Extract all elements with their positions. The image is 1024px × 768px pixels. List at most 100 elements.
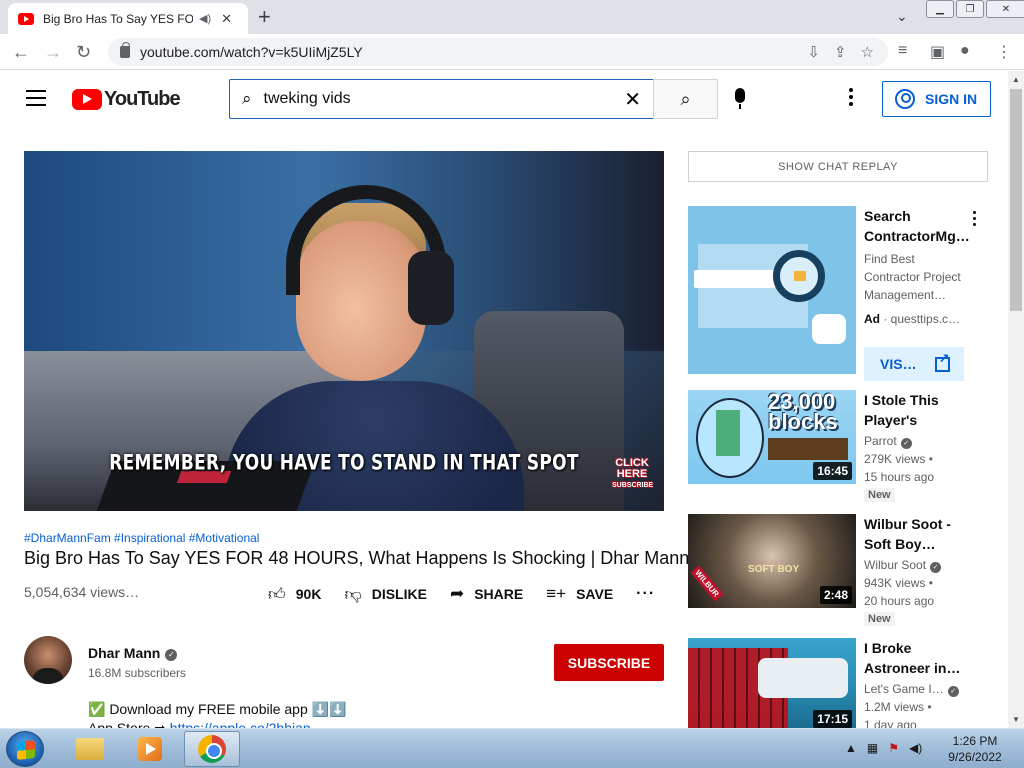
new-badge: New (864, 488, 895, 502)
save-button[interactable]: ≡+ SAVE (546, 584, 613, 604)
youtube-wordmark: YouTube (104, 88, 181, 110)
video-caption: REMEMBER, YOU HAVE TO STAND IN THAT SPOT (109, 450, 579, 476)
new-tab-button[interactable]: + (258, 4, 271, 30)
view-count: 943K views • (864, 576, 933, 590)
show-hidden-icons-icon[interactable]: ▲ (845, 741, 857, 755)
scrollbar-thumb[interactable] (1010, 89, 1022, 311)
thumbs-up-icon: 👍︎ (268, 584, 286, 604)
ad-title[interactable]: Search ContractorMg… (864, 206, 970, 246)
video-thumbnail[interactable]: 23,000 blocks 16:45 (688, 390, 856, 484)
scroll-down-arrow-icon[interactable]: ▼ (1012, 715, 1020, 724)
guide-menu-icon[interactable] (26, 90, 46, 106)
video-title[interactable]: Wilbur Soot - Soft Boy… (864, 514, 970, 554)
network-icon[interactable]: ▦ (867, 741, 878, 755)
audio-playing-icon[interactable]: ◀) (199, 12, 211, 25)
close-window-button[interactable]: ✕ (986, 0, 1024, 18)
media-controls-icon[interactable]: ≡ (898, 42, 907, 60)
upload-age: 20 hours ago (864, 594, 935, 608)
subscribe-overlay-logo[interactable]: CLICK HERE SUBSCRIBE (612, 458, 653, 491)
window-controls: ▁ ❐ ✕ (926, 0, 1024, 18)
minimize-button[interactable]: ▁ (926, 0, 954, 18)
view-count: 1.2M views • (864, 700, 932, 714)
search-icon: ⌕ (680, 88, 691, 109)
share-arrow-icon: ➦ (449, 584, 465, 603)
back-arrow-icon[interactable]: ← (12, 42, 30, 63)
browser-tab-active[interactable]: Big Bro Has To Say YES FOR 48 HOURS, Wha… (8, 3, 248, 34)
search-input[interactable]: tweking vids (264, 90, 625, 108)
channel-name[interactable]: Dhar Mann ✓ (88, 645, 178, 661)
video-hashtags[interactable]: #DharMannFam #Inspirational #Motivationa… (24, 531, 259, 545)
visit-site-button[interactable]: VIS… (864, 347, 964, 381)
settings-kebab-icon[interactable] (849, 88, 853, 106)
channel-name[interactable]: Let's Game I… ✓ (864, 682, 959, 697)
channel-avatar[interactable] (24, 636, 72, 684)
dislike-button[interactable]: 👎︎ DISLIKE (344, 584, 427, 605)
tab-close-icon[interactable]: ✕ (221, 11, 232, 27)
youtube-header: YouTube ⌕ tweking vids ✕ ⌕ SIGN IN (0, 71, 1008, 127)
clear-search-icon[interactable]: ✕ (624, 87, 641, 112)
start-button[interactable] (6, 731, 44, 767)
scroll-up-arrow-icon[interactable]: ▲ (1012, 75, 1020, 84)
clock-date: 9/26/2022 (948, 750, 1002, 764)
video-title[interactable]: I Stole This Player's Entire… (864, 390, 970, 430)
search-button[interactable]: ⌕ (653, 79, 718, 119)
tab-title: Big Bro Has To Say YES FOR 48 HOURS, Wha… (43, 11, 193, 26)
install-app-icon[interactable]: ⇩ (807, 43, 820, 61)
url-text[interactable]: youtube.com/watch?v=k5UIiMjZ5LY (140, 44, 363, 60)
volume-icon[interactable]: ◀) (909, 741, 922, 755)
forward-arrow-icon[interactable]: → (44, 42, 62, 63)
channel-name[interactable]: Parrot ✓ (864, 434, 912, 449)
channel-name-text[interactable]: Dhar Mann (88, 645, 160, 661)
ad-thumbnail[interactable] (688, 206, 856, 374)
share-page-icon[interactable]: ⇪ (834, 43, 847, 61)
search-box[interactable]: ⌕ tweking vids ✕ (229, 79, 654, 119)
show-chat-replay-button[interactable]: SHOW CHAT REPLAY (688, 151, 988, 182)
share-button[interactable]: ➦ SHARE (450, 584, 523, 604)
profile-avatar-icon[interactable]: ● (960, 42, 970, 60)
subscribe-button[interactable]: SUBSCRIBE (554, 644, 664, 681)
reload-icon[interactable]: ↻ (76, 42, 91, 63)
ad-menu-kebab-icon[interactable] (973, 211, 976, 226)
taskbar-explorer[interactable] (62, 731, 118, 767)
taskbar-clock[interactable]: 1:26 PM 9/26/2022 (940, 733, 1010, 765)
app-store-link[interactable]: https://apple.co/2bhjan (170, 720, 311, 728)
recommended-video[interactable]: 17:15 I Broke Astroneer in… Let's Game I… (688, 638, 988, 728)
video-duration: 16:45 (813, 462, 852, 480)
youtube-logo[interactable]: YouTube (72, 88, 181, 111)
side-panel-icon[interactable]: ▣ (930, 42, 945, 62)
lock-icon[interactable] (120, 42, 130, 58)
video-title[interactable]: I Broke Astroneer in… (864, 638, 970, 678)
video-duration: 17:15 (813, 710, 852, 728)
youtube-favicon-icon (18, 12, 34, 25)
video-thumbnail[interactable]: SOFT BOY WILBUR 2:48 (688, 514, 856, 608)
windows-logo-icon (17, 740, 35, 760)
thumbnail-text: 23,000 blocks (768, 390, 838, 434)
chrome-menu-icon[interactable]: ⋮ (996, 42, 1012, 62)
page-scrollbar[interactable]: ▲ ▼ (1008, 71, 1024, 728)
view-count[interactable]: 5,054,634 views… (24, 584, 139, 600)
taskbar-chrome[interactable] (184, 731, 240, 767)
voice-search-mic-icon[interactable] (735, 88, 745, 109)
channel-name[interactable]: Wilbur Soot ✓ (864, 558, 942, 573)
more-actions-icon[interactable]: ··· (636, 585, 655, 603)
video-thumbnail[interactable]: 17:15 (688, 638, 856, 728)
subscriber-count: 16.8M subscribers (88, 666, 187, 680)
recommended-video[interactable]: 23,000 blocks 16:45 I Stole This Player'… (688, 390, 988, 502)
recommended-video[interactable]: SOFT BOY WILBUR 2:48 Wilbur Soot - Soft … (688, 514, 988, 626)
like-button[interactable]: 👍︎ 90K (268, 584, 321, 605)
ad-badge: Ad (864, 312, 880, 326)
magnifier-icon (773, 250, 825, 302)
ad-description: Find Best Contractor Project Management… (864, 252, 961, 302)
new-badge: New (864, 612, 895, 626)
video-player[interactable]: REMEMBER, YOU HAVE TO STAND IN THAT SPOT… (24, 151, 664, 511)
taskbar-media-player[interactable] (122, 731, 178, 767)
account-icon (895, 89, 915, 109)
tab-search-chevron-icon[interactable]: ⌄ (896, 8, 908, 25)
maximize-button[interactable]: ❐ (956, 0, 984, 18)
address-bar[interactable]: youtube.com/watch?v=k5UIiMjZ5LY ⇩ ⇪ ☆ (108, 38, 888, 66)
action-center-flag-icon[interactable]: ⚑ (888, 741, 899, 755)
clock-time: 1:26 PM (952, 734, 998, 748)
bookmark-star-icon[interactable]: ☆ (861, 43, 874, 61)
thumbnail-tag: WILBUR (690, 565, 724, 602)
sign-in-button[interactable]: SIGN IN (882, 81, 991, 117)
